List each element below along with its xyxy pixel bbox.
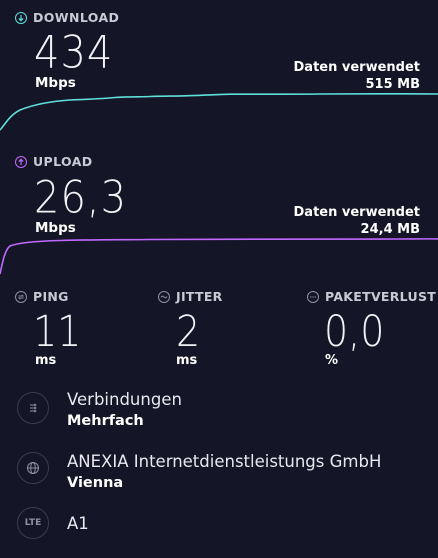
ping-unit: ms [35, 353, 57, 368]
network-row[interactable]: LTE [17, 507, 49, 539]
packet-loss-unit: % [325, 353, 339, 368]
server-location: Vienna [67, 475, 124, 491]
jitter-label: JITTER [176, 289, 223, 304]
upload-header: UPLOAD [15, 154, 93, 169]
jitter-icon [158, 290, 170, 303]
connections-text: Verbindungen Mehrfach [67, 390, 182, 429]
server-row[interactable] [17, 452, 49, 484]
globe-icon [17, 452, 49, 484]
ping-value: 11 [33, 307, 82, 357]
packet-loss-value: 0,0 [324, 307, 385, 357]
download-label: DOWNLOAD [33, 10, 120, 25]
upload-speed-graph [0, 238, 438, 275]
server-provider: ANEXIA Internetdienstleistungs GmbH [67, 452, 382, 471]
server-text: ANEXIA Internetdienstleistungs GmbH Vien… [67, 452, 381, 491]
download-speed: 434 [34, 27, 114, 79]
upload-arrow-icon [15, 155, 27, 168]
download-graph-line [0, 92, 438, 131]
connections-title: Verbindungen [67, 390, 182, 409]
download-header: DOWNLOAD [15, 10, 119, 25]
ping-label: PING [33, 289, 69, 304]
network-text: A1 [67, 514, 89, 533]
upload-data-used-label: Daten verwendet [293, 205, 421, 220]
upload-label: UPLOAD [33, 154, 93, 169]
packet-loss-header: PAKETVERLUST [307, 289, 436, 304]
jitter-value: 2 [176, 307, 201, 357]
lte-icon: LTE [17, 507, 49, 539]
connections-icon [17, 392, 49, 424]
download-arrow-icon [15, 11, 27, 24]
jitter-header: JITTER [158, 289, 223, 304]
connections-row[interactable] [17, 392, 49, 424]
upload-graph-line [0, 238, 438, 275]
network-carrier: A1 [67, 514, 89, 533]
packet-loss-icon [307, 290, 319, 303]
ping-header: PING [15, 289, 69, 304]
download-data-used-label: Daten verwendet [293, 60, 421, 75]
jitter-unit: ms [176, 353, 198, 368]
download-speed-graph [0, 92, 438, 131]
connections-value: Mehrfach [67, 413, 144, 429]
lte-badge: LTE [24, 518, 42, 528]
ping-icon [15, 290, 27, 303]
packet-loss-label: PAKETVERLUST [325, 289, 437, 304]
upload-speed: 26,3 [34, 172, 128, 224]
